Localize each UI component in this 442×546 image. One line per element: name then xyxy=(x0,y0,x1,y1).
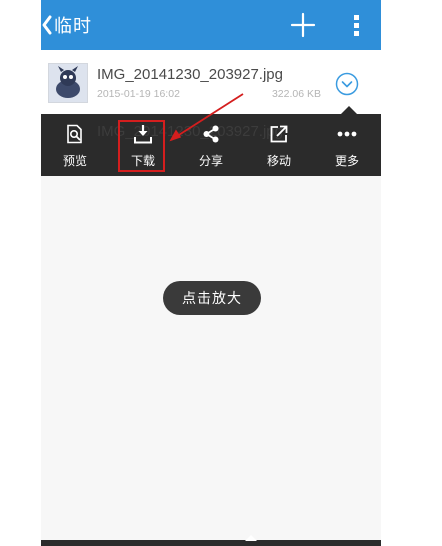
preview-icon xyxy=(67,124,82,144)
overflow-menu-button[interactable] xyxy=(341,9,373,41)
file-list-item[interactable]: IMG_20141230_203927.jpg 2015-01-19 16:02… xyxy=(41,50,381,115)
file-name: IMG_20141230_203927.jpg xyxy=(97,66,283,83)
app-header: 临时 xyxy=(41,0,381,50)
more-label: 更多 xyxy=(334,154,359,168)
bottom-notch xyxy=(245,535,257,541)
expand-actions-button[interactable] xyxy=(335,72,359,96)
share-button[interactable]: 分享 xyxy=(177,114,245,176)
download-label: 下载 xyxy=(130,154,155,168)
move-icon xyxy=(270,125,288,143)
file-size: 322.06 KB xyxy=(271,88,321,100)
thumbnail-picture xyxy=(49,64,87,102)
file-action-bar: IMG_20141230_203927.jpg 预览 下载 分享 移动 更多 xyxy=(41,106,381,176)
image-thumbnail xyxy=(48,63,88,103)
chevron-left-icon xyxy=(42,15,52,35)
move-button[interactable]: 移动 xyxy=(245,114,313,176)
share-label: 分享 xyxy=(198,154,223,168)
more-dots-icon xyxy=(337,131,357,137)
plus-icon xyxy=(290,12,316,38)
page-title: 临时 xyxy=(54,16,92,37)
add-button[interactable] xyxy=(287,9,319,41)
bottom-bar xyxy=(41,535,381,546)
phone-screen: 临时 IMG_20141230_203927.jpg 2015-01-19 16… xyxy=(41,0,381,546)
preview-button[interactable]: 预览 xyxy=(41,114,109,176)
share-icon xyxy=(203,125,219,143)
preview-label: 预览 xyxy=(62,154,87,168)
popup-caret xyxy=(341,106,357,114)
more-actions-button[interactable]: 更多 xyxy=(313,114,381,176)
move-label: 移动 xyxy=(266,154,291,168)
vertical-ellipsis-icon xyxy=(354,15,359,36)
download-icon xyxy=(134,125,152,144)
download-button[interactable]: 下载 xyxy=(109,114,177,176)
chevron-down-circle-icon xyxy=(335,72,359,96)
back-button[interactable]: 临时 xyxy=(41,10,92,40)
click-to-zoom-toast[interactable]: 点击放大 xyxy=(163,281,261,315)
file-date: 2015-01-19 16:02 xyxy=(97,88,180,100)
